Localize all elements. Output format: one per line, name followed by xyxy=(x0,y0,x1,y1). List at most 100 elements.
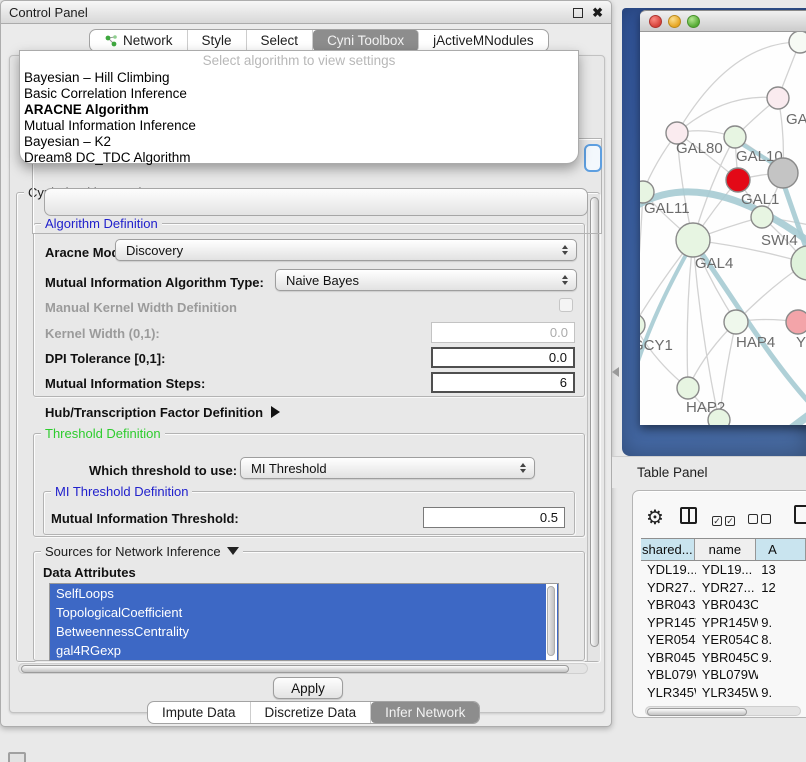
attributes-list-scrollbar[interactable] xyxy=(546,584,557,660)
network-node[interactable] xyxy=(789,32,806,53)
zoom-traffic-light-icon[interactable] xyxy=(687,15,700,28)
mi-steps-field[interactable]: 6 xyxy=(431,372,575,393)
network-node[interactable] xyxy=(726,168,750,192)
settings-horizontal-scrollbar[interactable] xyxy=(18,663,588,674)
attribute-list-item[interactable]: TopologicalCoefficient xyxy=(50,603,558,622)
document-icon[interactable] xyxy=(794,505,806,524)
split-columns-icon[interactable] xyxy=(680,507,697,524)
tab-style[interactable]: Style xyxy=(188,30,247,51)
network-node-gal10[interactable] xyxy=(724,126,746,148)
column-header-shared-[interactable]: shared... xyxy=(641,539,695,560)
network-window-titlebar[interactable] xyxy=(640,10,806,32)
network-node[interactable] xyxy=(791,246,806,280)
attribute-list-item[interactable]: SelfLoops xyxy=(50,584,558,603)
table-cell: YPR145W xyxy=(641,615,696,630)
table-row[interactable]: YBL079WYBL079W xyxy=(641,666,806,684)
network-node-gcy1[interactable] xyxy=(640,314,645,336)
algorithm-option[interactable]: Bayesian – K2 xyxy=(20,134,578,150)
attribute-list-item[interactable]: BetweennessCentrality xyxy=(50,622,558,641)
table-row[interactable]: YIL052CYIL052C9 xyxy=(641,701,806,705)
network-node-y[interactable] xyxy=(786,310,806,334)
network-edge[interactable] xyxy=(677,97,778,133)
tab-impute-data[interactable]: Impute Data xyxy=(148,702,251,723)
hub-definition-toggle[interactable]: Hub/Transcription Factor Definition xyxy=(45,405,280,420)
table-cell: 9. xyxy=(758,615,806,630)
tab-network[interactable]: Network xyxy=(90,30,188,51)
sources-toggle[interactable]: Sources for Network Inference xyxy=(41,544,243,559)
algorithm-option[interactable]: ARACNE Algorithm xyxy=(20,102,578,118)
node-table: shared...nameA YDL19...YDL19...13YDR27..… xyxy=(641,538,806,705)
network-edge[interactable] xyxy=(640,192,643,325)
minimized-panel-icon[interactable] xyxy=(8,752,26,762)
apply-button-label: Apply xyxy=(291,681,325,696)
mi-threshold-field[interactable]: 0.5 xyxy=(423,507,565,528)
table-cell: YIL052C xyxy=(696,702,759,705)
tab-cyni-toolbox[interactable]: Cyni Toolbox xyxy=(313,30,419,51)
table-cell: 9 xyxy=(758,702,806,705)
network-node-label: Y xyxy=(796,334,806,351)
network-node-gal[interactable] xyxy=(767,87,789,109)
unchecked-boxes-icon[interactable] xyxy=(748,511,774,529)
table-cell: 8. xyxy=(758,632,806,647)
data-attributes-list[interactable]: SelfLoopsTopologicalCoefficientBetweenne… xyxy=(49,583,559,661)
panel-divider-collapse-icon[interactable] xyxy=(612,367,619,377)
tab-label: jActiveMNodules xyxy=(433,33,534,48)
attribute-list-item[interactable]: gal4RGexp xyxy=(50,641,558,660)
control-panel-window: Control Panel ✖ NetworkStyleSelectCyni T… xyxy=(0,0,612,727)
network-node-label: GAL80 xyxy=(676,140,723,157)
mi-steps-label: Mutual Information Steps: xyxy=(45,376,205,391)
table-cell: YDR27... xyxy=(641,580,696,595)
mi-threshold-value: 0.5 xyxy=(540,510,558,525)
algorithm-option[interactable]: Dream8 DC_TDC Algorithm xyxy=(20,150,578,166)
network-node-hap2[interactable] xyxy=(677,377,699,399)
table-row[interactable]: YLR345WYLR345W9. xyxy=(641,684,806,702)
kernel-width-value: 0.0 xyxy=(550,325,568,340)
table-row[interactable]: YDL19...YDL19...13 xyxy=(641,561,806,579)
apply-button[interactable]: Apply xyxy=(273,677,343,699)
network-edge-highlighted[interactable] xyxy=(640,242,693,380)
close-traffic-light-icon[interactable] xyxy=(649,15,662,28)
network-edge[interactable] xyxy=(687,240,693,388)
which-threshold-select[interactable]: MI Threshold xyxy=(240,457,535,479)
network-edge-highlighted[interactable] xyxy=(765,400,806,425)
network-node-hap4[interactable] xyxy=(724,310,748,334)
network-icon xyxy=(104,34,118,48)
network-canvas[interactable]: GALGAL80GAL10GAL1GAL11SWI4GAL4GCY1HAP4YH… xyxy=(640,32,806,425)
dpi-tolerance-field[interactable]: 0.0 xyxy=(431,347,575,368)
network-node-label: GAL4 xyxy=(695,255,733,272)
tab-jactivemnodules[interactable]: jActiveMNodules xyxy=(419,30,548,51)
algorithm-option[interactable]: Basic Correlation Inference xyxy=(20,86,578,102)
table-row[interactable]: YDR27...YDR27...12 xyxy=(641,579,806,597)
close-icon[interactable]: ✖ xyxy=(592,8,603,18)
network-node[interactable] xyxy=(768,158,798,188)
network-node-gal4[interactable] xyxy=(676,223,710,257)
network-node-gal1[interactable] xyxy=(751,206,773,228)
table-horizontal-scrollbar[interactable] xyxy=(645,706,801,716)
column-header-a[interactable]: A xyxy=(756,539,806,560)
table-row[interactable]: YER054CYER054C8. xyxy=(641,631,806,649)
table-row[interactable]: YBR045CYBR045C9. xyxy=(641,649,806,667)
tab-label: Network xyxy=(123,33,173,48)
sources-title: Sources for Network Inference xyxy=(45,544,221,559)
tab-discretize-data[interactable]: Discretize Data xyxy=(251,702,372,723)
table-panel-titlebar: Table Panel xyxy=(612,456,806,488)
tab-select[interactable]: Select xyxy=(247,30,314,51)
column-header-name[interactable]: name xyxy=(695,539,756,560)
float-window-icon[interactable] xyxy=(573,8,583,18)
table-row[interactable]: YPR145WYPR145W9. xyxy=(641,614,806,632)
algorithm-option[interactable]: Mutual Information Inference xyxy=(20,118,578,134)
aracne-mode-select[interactable]: Discovery xyxy=(115,239,577,261)
minimize-traffic-light-icon[interactable] xyxy=(668,15,681,28)
checked-boxes-icon[interactable]: ✓✓ xyxy=(712,511,738,529)
network-graph[interactable]: GALGAL80GAL10GAL1GAL11SWI4GAL4GCY1HAP4YH… xyxy=(640,32,806,425)
mi-algorithm-type-select[interactable]: Naive Bayes xyxy=(275,269,577,291)
tab-label: Select xyxy=(261,33,299,48)
manual-kernel-checkbox[interactable] xyxy=(559,298,573,312)
table-row[interactable]: YBR043CYBR043C xyxy=(641,596,806,614)
network-node[interactable] xyxy=(708,409,730,425)
algorithm-option[interactable]: Bayesian – Hill Climbing xyxy=(20,70,578,86)
gear-icon[interactable]: ⚙ xyxy=(646,505,664,530)
settings-vertical-scrollbar[interactable] xyxy=(587,194,600,661)
tab-infer-network[interactable]: Infer Network xyxy=(371,702,479,723)
tab-label: Impute Data xyxy=(162,705,236,720)
